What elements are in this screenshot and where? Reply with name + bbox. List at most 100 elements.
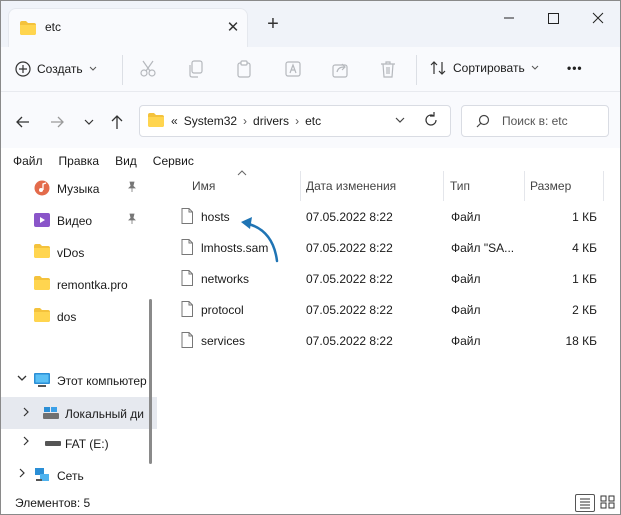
sidebar-item-fat-e[interactable]: FAT (E:)	[1, 429, 157, 457]
table-row[interactable]: lmhosts.sam 07.05.2022 8:22 Файл "SA... …	[161, 233, 620, 263]
more-options-button[interactable]: •••	[567, 61, 583, 75]
close-button[interactable]	[584, 7, 612, 29]
file-type: Файл	[451, 303, 481, 317]
file-type: Файл	[451, 334, 481, 348]
navigation-pane: Музыка Видео vDos remontka.pro dos Этот …	[1, 171, 157, 489]
sidebar-item-label: dos	[57, 310, 77, 324]
table-row[interactable]: hosts 07.05.2022 8:22 Файл 1 КБ	[161, 202, 620, 232]
back-arrow-icon[interactable]	[13, 112, 33, 132]
file-size: 1 КБ	[572, 272, 597, 286]
file-size: 18 КБ	[565, 334, 597, 348]
sidebar-item-remontka[interactable]: remontka.pro	[1, 270, 157, 298]
breadcrumb-system32[interactable]: System32	[184, 114, 237, 128]
refresh-icon[interactable]	[421, 110, 441, 130]
chevron-right-icon[interactable]	[17, 468, 27, 478]
table-row[interactable]: services 07.05.2022 8:22 Файл 18 КБ	[161, 326, 620, 356]
breadcrumb-etc[interactable]: etc	[305, 114, 321, 128]
title-bar: etc ✕ +	[1, 1, 620, 47]
column-divider[interactable]	[524, 171, 525, 201]
folder-icon	[34, 276, 50, 292]
file-icon	[181, 208, 193, 224]
column-divider[interactable]	[300, 171, 301, 201]
sidebar-scrollbar[interactable]	[149, 299, 152, 464]
file-name: networks	[201, 272, 250, 286]
minimize-button[interactable]	[495, 7, 523, 29]
sort-button[interactable]: Сортировать	[429, 60, 539, 76]
network-icon	[34, 467, 50, 483]
folder-icon	[148, 113, 164, 127]
drive-icon	[45, 438, 61, 454]
close-tab-icon[interactable]: ✕	[223, 18, 243, 38]
menu-bar: Файл Правка Вид Сервис	[1, 149, 620, 171]
sidebar-item-music[interactable]: Музыка	[1, 174, 157, 202]
details-view-icon[interactable]	[575, 494, 595, 512]
chevron-right-icon[interactable]	[21, 436, 31, 446]
file-icon	[181, 270, 193, 286]
pin-icon	[127, 213, 137, 225]
file-size: 2 КБ	[572, 303, 597, 317]
menu-view[interactable]: Вид	[115, 149, 137, 171]
file-date: 07.05.2022 8:22	[306, 272, 393, 286]
tab-etc[interactable]: etc ✕	[9, 9, 247, 47]
cut-icon[interactable]	[138, 59, 158, 79]
sidebar-item-label: Музыка	[57, 182, 100, 196]
file-name: hosts	[201, 210, 230, 224]
share-icon[interactable]	[330, 59, 350, 79]
toolbar-divider	[122, 55, 123, 85]
search-box[interactable]: Поиск в: etc	[461, 105, 609, 137]
table-row[interactable]: protocol 07.05.2022 8:22 Файл 2 КБ	[161, 295, 620, 325]
breadcrumb-separator: ›	[243, 114, 248, 128]
rename-icon[interactable]	[283, 59, 303, 79]
sidebar-item-dos[interactable]: dos	[1, 302, 157, 330]
recent-locations-icon[interactable]	[79, 112, 99, 132]
copy-icon[interactable]	[186, 59, 206, 79]
create-button[interactable]: Создать	[15, 58, 97, 80]
sidebar-item-video[interactable]: Видео	[1, 206, 157, 234]
delete-icon[interactable]	[378, 59, 398, 79]
sidebar-item-label: Локальный ди	[65, 407, 144, 421]
drive-icon	[43, 406, 59, 422]
file-date: 07.05.2022 8:22	[306, 334, 393, 348]
paste-icon[interactable]	[234, 59, 254, 79]
chevron-down-icon[interactable]	[17, 373, 27, 383]
up-arrow-icon[interactable]	[107, 112, 127, 132]
sidebar-item-this-pc[interactable]: Этот компьютер	[1, 366, 157, 394]
chevron-down-icon	[531, 65, 539, 71]
tiles-view-icon[interactable]	[599, 494, 617, 510]
sidebar-item-label: Сеть	[57, 469, 84, 483]
sidebar-item-label: vDos	[57, 246, 85, 260]
sidebar-item-label: FAT (E:)	[65, 437, 109, 451]
file-date: 07.05.2022 8:22	[306, 303, 393, 317]
annotation-arrow-icon	[237, 215, 283, 265]
breadcrumb-overflow[interactable]: «	[171, 114, 178, 128]
plus-circle-icon	[15, 61, 31, 77]
column-divider[interactable]	[443, 171, 444, 201]
menu-file[interactable]: Файл	[13, 149, 43, 171]
folder-icon	[34, 244, 50, 260]
column-divider[interactable]	[603, 171, 604, 201]
file-date: 07.05.2022 8:22	[306, 241, 393, 255]
items-count: Элементов: 5	[15, 496, 91, 510]
sidebar-item-vdos[interactable]: vDos	[1, 238, 157, 266]
sidebar-item-local-disk[interactable]: Локальный ди	[1, 397, 157, 429]
file-type: Файл "SA...	[451, 241, 515, 255]
navigation-bar: « System32 › drivers › etc Поиск в: etc	[1, 92, 620, 148]
breadcrumb-drivers[interactable]: drivers	[253, 114, 289, 128]
file-icon	[181, 301, 193, 317]
menu-tools[interactable]: Сервис	[153, 149, 194, 171]
forward-arrow-icon[interactable]	[47, 112, 67, 132]
maximize-button[interactable]	[539, 7, 567, 29]
new-tab-button[interactable]: +	[263, 14, 283, 34]
address-dropdown-icon[interactable]	[392, 112, 408, 128]
chevron-right-icon[interactable]	[21, 407, 31, 417]
sidebar-item-network[interactable]: Сеть	[1, 461, 157, 489]
address-bar[interactable]: « System32 › drivers › etc	[139, 105, 451, 137]
file-date: 07.05.2022 8:22	[306, 210, 393, 224]
file-size: 4 КБ	[572, 241, 597, 255]
file-type: Файл	[451, 210, 481, 224]
file-type: Файл	[451, 272, 481, 286]
chevron-down-icon	[89, 66, 97, 72]
create-label: Создать	[37, 62, 83, 76]
menu-edit[interactable]: Правка	[59, 149, 100, 171]
table-row[interactable]: networks 07.05.2022 8:22 Файл 1 КБ	[161, 264, 620, 294]
